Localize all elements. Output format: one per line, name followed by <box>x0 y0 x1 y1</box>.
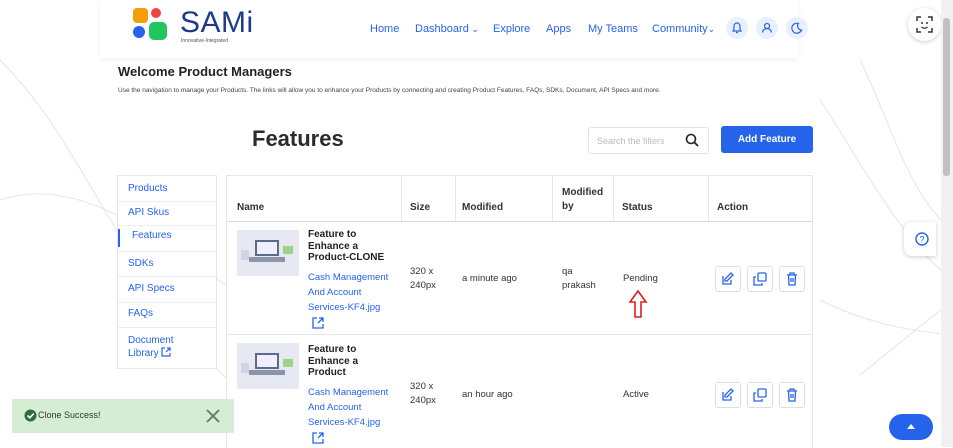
delete-button[interactable] <box>779 382 805 408</box>
column-header-action: Action <box>717 202 749 213</box>
brand-name: SAMi <box>180 6 254 39</box>
welcome-description: Use the navigation to manage your Produc… <box>118 87 661 94</box>
header-divider <box>227 221 812 222</box>
feature-size: 320 x 240px <box>410 381 436 406</box>
nav-dashboard-label: Dashboard <box>415 23 469 35</box>
sidebar: Products API Skus Features SDKs API Spec… <box>117 175 217 369</box>
sidebar-item-document-library[interactable]: Document Library <box>118 334 188 360</box>
edit-icon <box>722 272 734 285</box>
toast-message: Clone Success! <box>38 410 101 420</box>
laptop-image-icon <box>241 353 293 375</box>
sidebar-divider <box>118 201 216 202</box>
feature-file-link[interactable]: Cash Management And Account Services-KF4… <box>308 270 400 315</box>
sidebar-divider <box>118 225 216 226</box>
nav-community[interactable]: Community⌄ <box>652 23 715 35</box>
add-feature-button[interactable]: Add Feature <box>721 126 813 153</box>
status-badge: Pending <box>623 273 658 284</box>
welcome-heading: Welcome Product Managers <box>118 64 292 79</box>
close-icon[interactable] <box>205 408 221 424</box>
help-button[interactable]: ? <box>904 222 936 256</box>
external-link-icon[interactable] <box>312 317 324 329</box>
column-divider <box>613 176 614 221</box>
column-divider <box>401 176 402 221</box>
nav-explore[interactable]: Explore <box>493 23 530 35</box>
status-badge: Active <box>623 389 649 400</box>
nav-home[interactable]: Home <box>370 23 399 35</box>
edit-button[interactable] <box>715 266 741 292</box>
scrollbar-thumb[interactable] <box>943 18 950 176</box>
copy-icon <box>753 388 767 402</box>
chevron-down-icon: ⌄ <box>707 24 716 34</box>
page-title: Features <box>252 126 344 151</box>
trash-icon <box>787 388 797 402</box>
feature-file-link[interactable]: Cash Management And Account Services-KF4… <box>308 385 400 430</box>
feature-modified: an hour ago <box>462 389 513 400</box>
column-header-modified[interactable]: Modified <box>462 202 503 213</box>
nav-apps[interactable]: Apps <box>546 23 571 35</box>
feature-size: 320 x 240px <box>410 266 436 291</box>
scan-face-icon <box>916 16 933 33</box>
profile-button[interactable] <box>756 17 778 39</box>
moon-icon <box>791 22 803 34</box>
sidebar-divider <box>118 276 216 277</box>
nav-community-label: Community <box>652 23 708 35</box>
search-box <box>588 127 709 154</box>
red-arrow-annotation-icon <box>628 289 648 318</box>
sidebar-item-features[interactable]: Features <box>118 229 216 247</box>
nav-my-teams[interactable]: My Teams <box>588 23 638 35</box>
sidebar-item-faqs[interactable]: FAQs <box>118 308 216 319</box>
sidebar-item-api-skus[interactable]: API Skus <box>118 207 216 218</box>
bell-icon <box>732 22 742 34</box>
brand-tagline: Innovative-Integrated <box>181 38 228 44</box>
chevron-down-icon: ⌄ <box>468 24 479 34</box>
column-header-status[interactable]: Status <box>622 202 653 213</box>
search-icon[interactable] <box>685 133 699 147</box>
row-divider <box>227 334 812 335</box>
features-table: Name Size Modified Modified by Status Ac… <box>226 175 813 448</box>
sidebar-divider <box>118 327 216 328</box>
svg-text:?: ? <box>920 235 925 245</box>
nav-dashboard[interactable]: Dashboard ⌄ <box>415 23 479 35</box>
clone-button[interactable] <box>747 382 773 408</box>
edit-button[interactable] <box>715 382 741 408</box>
sidebar-item-api-specs[interactable]: API Specs <box>118 283 216 294</box>
feature-thumbnail <box>237 343 299 389</box>
external-link-icon[interactable] <box>312 432 324 444</box>
copy-icon <box>753 272 767 286</box>
feature-modified: a minute ago <box>462 273 517 284</box>
feature-thumbnail <box>237 230 299 276</box>
column-header-size[interactable]: Size <box>410 202 430 213</box>
search-input[interactable] <box>595 135 679 147</box>
column-divider <box>708 176 709 221</box>
sami-logo-icon <box>133 8 167 40</box>
scroll-to-top-button[interactable] <box>889 414 933 440</box>
edit-icon <box>722 388 734 401</box>
theme-toggle-button[interactable] <box>786 17 808 39</box>
laptop-image-icon <box>241 240 293 262</box>
scan-button[interactable] <box>908 8 941 41</box>
feature-title: Feature to Enhance a Product-CLONE <box>308 229 385 263</box>
help-circle-icon: ? <box>915 232 929 246</box>
feature-modified-by: qa prakash <box>562 266 596 291</box>
column-divider <box>552 176 553 221</box>
sidebar-divider <box>118 302 216 303</box>
external-link-icon <box>161 347 171 357</box>
sidebar-divider <box>118 251 216 252</box>
clone-button[interactable] <box>747 266 773 292</box>
trash-icon <box>787 272 797 286</box>
delete-button[interactable] <box>779 266 805 292</box>
notifications-button[interactable] <box>726 17 748 39</box>
feature-title: Feature to Enhance a Product <box>308 344 359 378</box>
column-header-name[interactable]: Name <box>237 202 264 213</box>
check-circle-icon <box>24 409 37 422</box>
column-header-modified-by[interactable]: Modified by <box>562 186 612 214</box>
sidebar-item-products[interactable]: Products <box>118 183 216 194</box>
column-divider <box>455 176 456 221</box>
user-icon <box>761 22 773 33</box>
sidebar-item-sdks[interactable]: SDKs <box>118 258 216 269</box>
arrow-up-icon <box>907 424 915 429</box>
